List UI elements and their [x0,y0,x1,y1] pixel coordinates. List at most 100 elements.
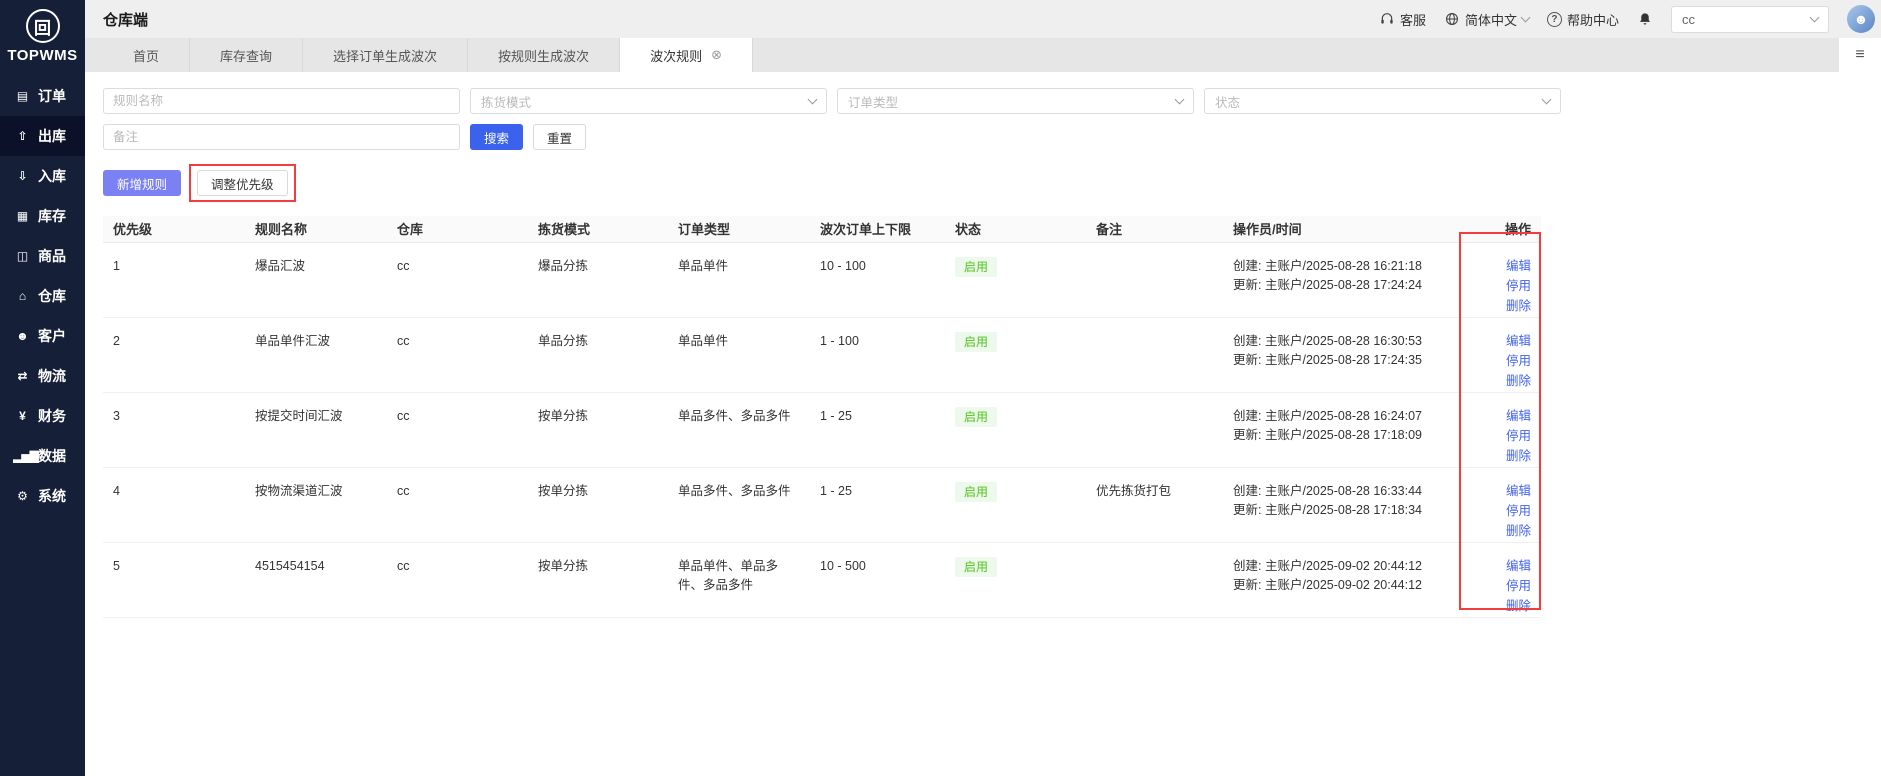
tab-list-menu-icon[interactable]: ≡ [1839,38,1881,72]
sidebar-item-inbound[interactable]: ⇩ 入库 [0,156,85,196]
sidebar-item-label: 物流 [38,368,66,384]
cell-actions: 编辑 停用 删除 [1463,317,1541,392]
col-remark: 备注 [1086,216,1223,243]
delete-link[interactable]: 删除 [1473,297,1531,316]
status-badge: 启用 [955,331,998,352]
delete-link[interactable]: 删除 [1473,597,1531,616]
order-type-select[interactable]: 订单类型 [837,88,1194,114]
cell-order-type: 单品多件、多品多件 [678,483,791,498]
delete-link[interactable]: 删除 [1473,522,1531,541]
created-label: 创建: [1233,558,1262,573]
question-mark-icon: ? [1546,11,1562,27]
created-label: 创建: [1233,258,1262,273]
language-switcher[interactable]: 简体中文 [1444,10,1531,29]
table-row: 5 4515454154 cc 按单分拣 单品单件、单品多件、多品多件 10 -… [103,542,1541,617]
logo-text: TOPWMS [7,47,78,64]
chevron-down-icon [1174,94,1185,105]
delete-link[interactable]: 删除 [1473,372,1531,391]
updated-value: 主账户/2025-08-28 17:24:24 [1264,277,1423,292]
tab-label: 按规则生成波次 [498,48,590,64]
edit-link[interactable]: 编辑 [1473,482,1531,501]
cell-status: 启用 [945,392,1086,467]
user-avatar[interactable]: ☻ [1847,5,1875,33]
remark-input[interactable] [103,124,460,150]
tab-home[interactable]: 首页 [103,38,191,72]
edit-link[interactable]: 编辑 [1473,557,1531,576]
cell-warehouse: cc [397,483,410,498]
finance-icon: ¥ [19,409,26,423]
warehouse-select[interactable]: cc [1671,5,1829,33]
tab-label: 库存查询 [220,48,273,64]
sidebar-item-products[interactable]: ◫ 商品 [0,236,85,276]
close-tab-icon[interactable]: ⊗ [711,47,722,63]
filter-row-1: 拣货模式 订单类型 状态 [103,88,1863,114]
cell-pick-mode: 按单分拣 [538,483,589,498]
header-right: 客服 简体中文 ? 帮助中心 cc ☻ [1379,5,1875,33]
cell-operator-time: 创建: 主账户/2025-09-02 20:44:12 更新: 主账户/2025… [1223,542,1463,617]
sidebar-item-logistics[interactable]: ⇄ 物流 [0,356,85,396]
cell-status: 启用 [945,317,1086,392]
status-badge: 启用 [955,481,998,502]
tab-rule-generate-wave[interactable]: 按规则生成波次 [468,38,621,72]
reset-button[interactable]: 重置 [533,124,587,150]
orders-icon: ▤ [16,89,28,103]
disable-link[interactable]: 停用 [1473,352,1531,371]
updated-label: 更新: [1233,502,1262,517]
sidebar-item-customers[interactable]: ☻ 客户 [0,316,85,356]
status-placeholder: 状态 [1215,95,1241,110]
sidebar-item-finance[interactable]: ¥ 财务 [0,396,85,436]
cell-priority: 3 [113,408,120,423]
sidebar-item-label: 入库 [38,168,66,184]
edit-link[interactable]: 编辑 [1473,332,1531,351]
disable-link[interactable]: 停用 [1473,577,1531,596]
globe-icon [1445,13,1458,25]
sidebar-item-outbound[interactable]: ⇧ 出库 [0,116,85,156]
tab-label: 波次规则 [650,48,703,64]
inbound-icon: ⇩ [17,169,27,183]
edit-link[interactable]: 编辑 [1473,407,1531,426]
sidebar-item-label: 系统 [38,488,66,504]
pick-mode-select[interactable]: 拣货模式 [470,88,827,114]
system-gear-icon: ⚙ [17,489,28,503]
rule-name-input[interactable] [103,88,460,114]
cell-pick-mode: 按单分拣 [538,558,589,573]
cell-wave-limit: 10 - 100 [820,258,866,273]
headset-icon [1381,13,1393,24]
sidebar-item-inventory[interactable]: ▦ 库存 [0,196,85,236]
tab-inventory-query[interactable]: 库存查询 [190,38,304,72]
cell-operator-time: 创建: 主账户/2025-08-28 16:24:07 更新: 主账户/2025… [1223,392,1463,467]
add-rule-button[interactable]: 新增规则 [103,170,182,196]
delete-link[interactable]: 删除 [1473,447,1531,466]
adjust-priority-button[interactable]: 调整优先级 [197,170,288,196]
sidebar-item-data[interactable]: ▂▅▇ 数据 [0,436,85,476]
pick-mode-placeholder: 拣货模式 [481,95,532,110]
help-center-button[interactable]: ? 帮助中心 [1546,10,1619,29]
cell-actions: 编辑 停用 删除 [1463,392,1541,467]
sidebar-item-system[interactable]: ⚙ 系统 [0,476,85,516]
bell-icon [1640,13,1650,25]
sidebar-item-orders[interactable]: ▤ 订单 [0,76,85,116]
created-value: 主账户/2025-08-28 16:30:53 [1264,333,1423,348]
customer-service-button[interactable]: 客服 [1379,10,1426,29]
col-order-type: 订单类型 [668,216,810,243]
notification-bell-button[interactable] [1637,11,1653,27]
updated-label: 更新: [1233,427,1262,442]
created-value: 主账户/2025-08-28 16:33:44 [1264,483,1423,498]
status-select[interactable]: 状态 [1204,88,1561,114]
disable-link[interactable]: 停用 [1473,277,1531,296]
disable-link[interactable]: 停用 [1473,502,1531,521]
edit-link[interactable]: 编辑 [1473,257,1531,276]
created-value: 主账户/2025-09-02 20:44:12 [1264,558,1423,573]
tab-select-orders-wave[interactable]: 选择订单生成波次 [303,38,469,72]
search-button[interactable]: 搜索 [470,124,524,150]
created-value: 主账户/2025-08-28 16:24:07 [1264,408,1423,423]
cell-actions: 编辑 停用 删除 [1463,467,1541,542]
filter-row-2: 搜索 重置 [103,124,1863,150]
disable-link[interactable]: 停用 [1473,427,1531,446]
cell-order-type: 单品单件 [678,333,729,348]
col-pick-mode: 拣货模式 [528,216,668,243]
tab-wave-rules[interactable]: 波次规则 ⊗ [620,38,753,72]
logo: 回 TOPWMS [0,0,85,76]
sidebar-item-warehouse[interactable]: ⌂ 仓库 [0,276,85,316]
col-warehouse: 仓库 [387,216,528,243]
